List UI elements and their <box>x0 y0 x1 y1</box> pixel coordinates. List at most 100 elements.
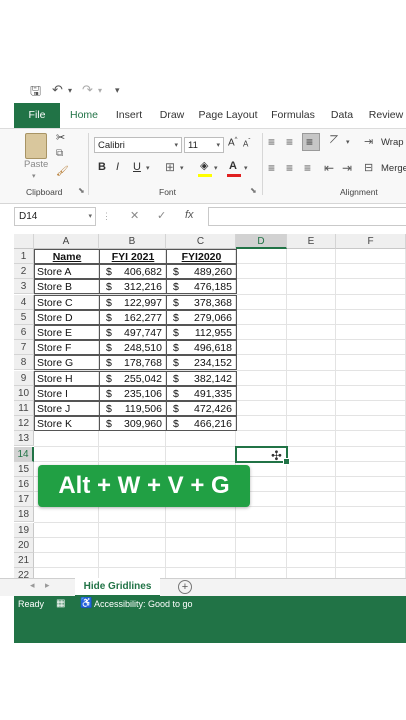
grid-cell[interactable] <box>336 385 406 401</box>
grid-cell[interactable] <box>166 507 236 523</box>
cut-icon[interactable]: ✂ <box>56 131 65 144</box>
grid-cell[interactable] <box>236 279 287 295</box>
grid-cell[interactable] <box>236 522 287 538</box>
grid-cell[interactable] <box>287 522 336 538</box>
table-header-fy2021[interactable]: FYI 2021 <box>99 249 167 264</box>
next-sheet-icon[interactable]: ▸ <box>45 580 50 591</box>
fy2020-cell[interactable]: $489,260 <box>166 264 237 280</box>
grid-cell[interactable] <box>287 249 336 265</box>
accessibility-icon[interactable]: ♿ <box>80 598 92 609</box>
fy2020-cell[interactable]: $378,368 <box>166 294 237 310</box>
grid-cell[interactable] <box>336 294 406 310</box>
grid-cell[interactable] <box>99 522 166 538</box>
grid-cell[interactable] <box>336 553 406 569</box>
row-header[interactable]: 19 <box>14 522 34 538</box>
borders-dropdown-icon[interactable]: ▾ <box>180 164 184 172</box>
fy2021-cell[interactable]: $162,277 <box>99 309 167 325</box>
store-name-cell[interactable]: Store A <box>34 264 100 280</box>
grid-cell[interactable] <box>166 431 236 447</box>
grid-cell[interactable] <box>34 553 99 569</box>
wrap-text-button[interactable]: Wrap <box>381 137 404 148</box>
undo-icon[interactable]: ↶ <box>52 82 63 98</box>
align-center-icon[interactable]: ≡ <box>286 161 293 175</box>
grid-cell[interactable] <box>287 279 336 295</box>
grid-cell[interactable] <box>166 522 236 538</box>
font-color-dropdown-icon[interactable]: ▾ <box>244 164 248 172</box>
row-header[interactable]: 4 <box>14 294 34 310</box>
grid-cell[interactable] <box>287 431 336 447</box>
tab-data[interactable]: Data <box>326 103 358 128</box>
fy2020-cell[interactable]: $472,426 <box>166 401 237 416</box>
grid-cell[interactable] <box>236 537 287 553</box>
row-header[interactable]: 8 <box>14 355 34 371</box>
macro-record-icon[interactable]: ▦ <box>56 598 65 609</box>
fy2021-cell[interactable]: $312,216 <box>99 279 167 295</box>
row-header[interactable]: 3 <box>14 279 34 295</box>
column-header-selected[interactable]: D <box>236 234 287 249</box>
row-header[interactable]: 17 <box>14 492 34 508</box>
add-sheet-button[interactable]: + <box>178 580 192 594</box>
grid-cell[interactable] <box>99 446 166 462</box>
align-left-icon[interactable]: ≡ <box>268 161 275 175</box>
clipboard-launcher-icon[interactable]: ⬊ <box>78 186 85 195</box>
paste-button[interactable]: Paste <box>24 159 48 170</box>
grid-cell[interactable] <box>166 446 236 462</box>
increase-font-icon[interactable]: A^ <box>228 137 238 148</box>
row-header[interactable]: 5 <box>14 309 34 325</box>
row-header[interactable]: 21 <box>14 553 34 568</box>
tab-review[interactable]: Review <box>366 103 406 128</box>
grid-cell[interactable] <box>236 309 287 325</box>
increase-indent-icon[interactable]: ⇥ <box>342 161 352 175</box>
grid-cell[interactable] <box>34 507 99 523</box>
grid-cell[interactable] <box>287 507 336 523</box>
grid-cell[interactable] <box>336 279 406 295</box>
grid-cell[interactable] <box>236 340 287 356</box>
fy2021-cell[interactable]: $248,510 <box>99 340 167 356</box>
grid-cell[interactable] <box>287 294 336 310</box>
grid-cell[interactable] <box>236 355 287 371</box>
row-header[interactable]: 15 <box>14 461 34 477</box>
row-header-selected[interactable]: 14 <box>14 446 34 462</box>
grid-cell[interactable] <box>287 264 336 280</box>
format-painter-icon[interactable]: 🖌 <box>56 166 69 177</box>
grid-cell[interactable] <box>287 309 336 325</box>
grid-cell[interactable] <box>34 522 99 538</box>
grid-cell[interactable] <box>336 401 406 417</box>
grid-cell[interactable] <box>34 431 99 447</box>
redo-icon[interactable]: ↷ <box>82 82 93 98</box>
prev-sheet-icon[interactable]: ◂ <box>30 580 35 591</box>
grid-cell[interactable] <box>336 537 406 553</box>
save-icon[interactable]: 🖫 <box>30 82 41 104</box>
grid-cell[interactable] <box>287 370 336 386</box>
worksheet-grid[interactable]: A B C D E F 1 2 3 4 5 6 7 8 9 10 11 12 13 14 15 16 17 18 1… <box>14 234 406 579</box>
store-name-cell[interactable]: Store K <box>34 416 100 432</box>
fy2021-cell[interactable]: $122,997 <box>99 294 167 310</box>
fy2021-cell[interactable]: $235,106 <box>99 385 167 401</box>
tab-home[interactable]: Home <box>64 103 104 130</box>
row-header[interactable]: 13 <box>14 431 34 447</box>
grid-cell[interactable] <box>99 553 166 569</box>
grid-cell[interactable] <box>336 355 406 371</box>
orientation-dropdown-icon[interactable]: ▾ <box>346 138 350 146</box>
grid-cell[interactable] <box>336 492 406 508</box>
fy2021-cell[interactable]: $406,682 <box>99 264 167 280</box>
grid-cell[interactable] <box>287 416 336 432</box>
grid-cell[interactable] <box>236 416 287 432</box>
grid-cell[interactable] <box>336 340 406 356</box>
grid-cell[interactable] <box>99 507 166 523</box>
row-header[interactable]: 10 <box>14 385 34 401</box>
grid-cell[interactable] <box>287 492 336 508</box>
grid-cell[interactable] <box>236 385 287 401</box>
underline-dropdown-icon[interactable]: ▾ <box>146 164 150 172</box>
select-all-corner[interactable] <box>14 234 34 249</box>
row-header[interactable]: 2 <box>14 264 34 280</box>
grid-cell[interactable] <box>287 553 336 569</box>
grid-cell[interactable] <box>336 461 406 477</box>
decrease-font-icon[interactable]: Aˇ <box>243 139 250 149</box>
merge-button[interactable]: Merge <box>381 163 406 174</box>
cancel-icon[interactable]: ✕ <box>130 209 139 222</box>
grid-cell[interactable] <box>336 249 406 265</box>
grid-cell[interactable] <box>287 401 336 417</box>
grid-cell[interactable] <box>336 507 406 523</box>
fy2020-cell[interactable]: $466,216 <box>166 416 237 432</box>
